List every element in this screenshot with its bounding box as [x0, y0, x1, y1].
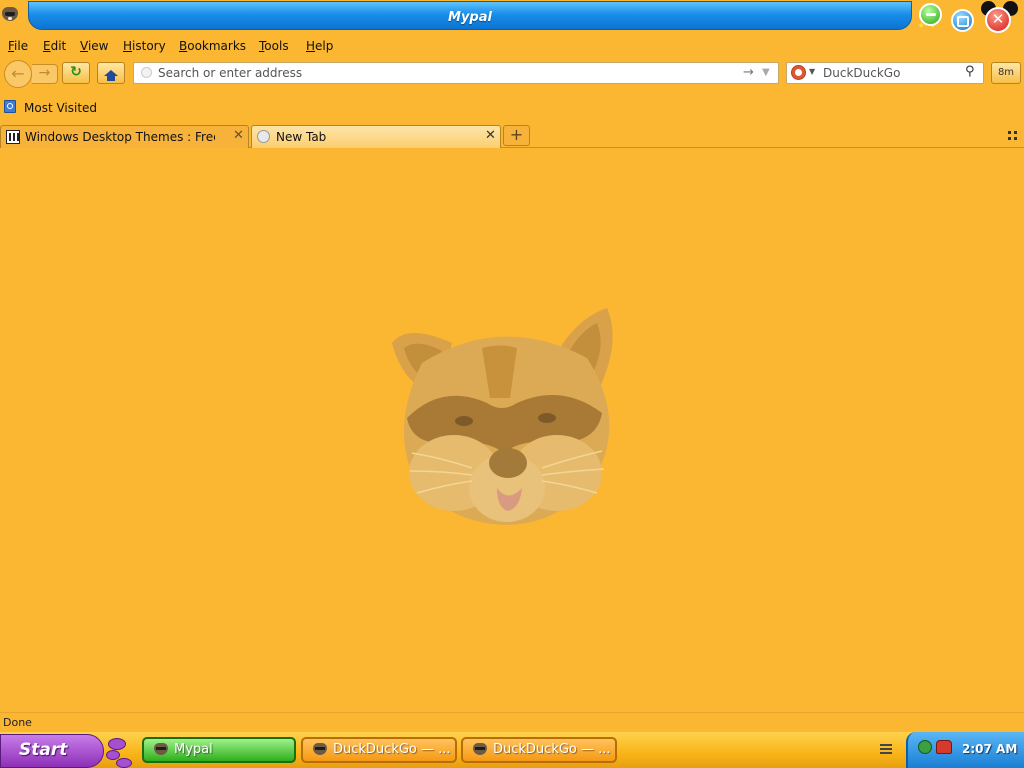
status-bar: Done [0, 712, 1024, 732]
raccoon-app-icon [154, 743, 168, 755]
window-title: Mypal [448, 10, 492, 25]
plus-icon: + [509, 125, 524, 144]
menu-view[interactable]: View [80, 39, 108, 53]
most-visited-icon[interactable] [4, 100, 16, 113]
engine-dropdown-icon[interactable]: ▼ [809, 67, 815, 76]
gmail-notifier-button[interactable]: 8m [991, 62, 1021, 84]
bookmarks-toolbar: Most Visited [0, 98, 1024, 118]
taskbar: Start Mypal DuckDuckGo — ... DuckDuckGo … [0, 732, 1024, 768]
close-button[interactable]: ✕ [985, 7, 1011, 33]
address-input[interactable] [158, 65, 718, 81]
volume-icon[interactable] [936, 740, 952, 754]
raccoon-app-icon[interactable] [2, 7, 18, 21]
menu-tools[interactable]: Tools [259, 39, 289, 53]
menu-edit[interactable]: Edit [43, 39, 66, 53]
reload-button[interactable]: ↻ [62, 62, 90, 84]
tab-title: New Tab [276, 130, 327, 144]
taskbar-item-duckduckgo[interactable]: DuckDuckGo — ... [301, 737, 457, 763]
reload-icon: ↻ [70, 64, 82, 80]
new-tab-page [0, 148, 1024, 711]
tab-bar: Windows Desktop Themes : Free ... ✕ New … [0, 124, 1024, 148]
menu-file[interactable]: File [8, 39, 28, 53]
forward-button[interactable]: → [32, 64, 58, 84]
taskbar-item-mypal[interactable]: Mypal [142, 737, 296, 763]
title-pill: Mypal [28, 1, 912, 30]
tab-windows-desktop-themes[interactable]: Windows Desktop Themes : Free ... ✕ [0, 125, 249, 148]
tab-close-icon[interactable]: ✕ [233, 128, 244, 143]
taskbar-item-duckduckgo-2[interactable]: DuckDuckGo — ... [461, 737, 617, 763]
go-arrow-icon[interactable]: → [743, 65, 754, 80]
clock[interactable]: 2:07 AM [962, 742, 1017, 756]
back-forward-group: → ← [4, 60, 58, 88]
raccoon-app-icon [313, 743, 327, 755]
search-icon[interactable]: ⚲ [965, 64, 975, 79]
globe-icon [257, 130, 270, 143]
raccoon-face-logo [392, 308, 613, 525]
status-text: Done [3, 716, 32, 729]
title-bar[interactable]: Mypal ✦ ✦ ✕ [0, 0, 1024, 35]
search-input[interactable] [823, 65, 963, 81]
most-visited-bookmark[interactable]: Most Visited [24, 101, 97, 115]
navigation-toolbar: → ← ↻ → ▼ ▼ ⚲ 8m [0, 58, 1024, 90]
start-button[interactable]: Start [0, 734, 104, 768]
new-tab-button[interactable]: + [503, 125, 530, 146]
tab-groups-icon[interactable] [1008, 131, 1018, 141]
site-identity-icon[interactable] [141, 67, 152, 78]
menu-history[interactable]: History [123, 39, 166, 53]
network-icon[interactable] [918, 740, 932, 754]
tab-title: Windows Desktop Themes : Free ... [25, 130, 215, 144]
raccoon-app-icon [473, 743, 487, 755]
back-button[interactable]: ← [4, 60, 32, 88]
search-bar[interactable]: ▼ ⚲ [786, 62, 984, 84]
site-favicon-icon [6, 130, 20, 144]
home-button[interactable] [97, 62, 125, 84]
forward-arrow-icon: → [38, 65, 51, 81]
tab-close-icon[interactable]: ✕ [485, 128, 496, 143]
back-arrow-icon: ← [11, 64, 25, 83]
maximize-button[interactable] [951, 9, 974, 32]
system-tray: 2:07 AM [906, 732, 1024, 768]
minimize-button[interactable] [919, 3, 942, 26]
printer-icon[interactable] [880, 742, 892, 756]
start-decoration-icon [106, 736, 132, 768]
home-icon [104, 70, 118, 81]
duckduckgo-engine-icon[interactable] [791, 65, 806, 80]
menu-bar: File Edit View History Bookmarks Tools H… [0, 36, 1024, 56]
menu-bookmarks[interactable]: Bookmarks [179, 39, 246, 53]
history-dropdown-icon[interactable]: ▼ [762, 67, 770, 78]
address-bar[interactable]: → ▼ [133, 62, 779, 84]
tab-new-tab[interactable]: New Tab ✕ [251, 125, 501, 148]
menu-help[interactable]: Help [306, 39, 333, 53]
